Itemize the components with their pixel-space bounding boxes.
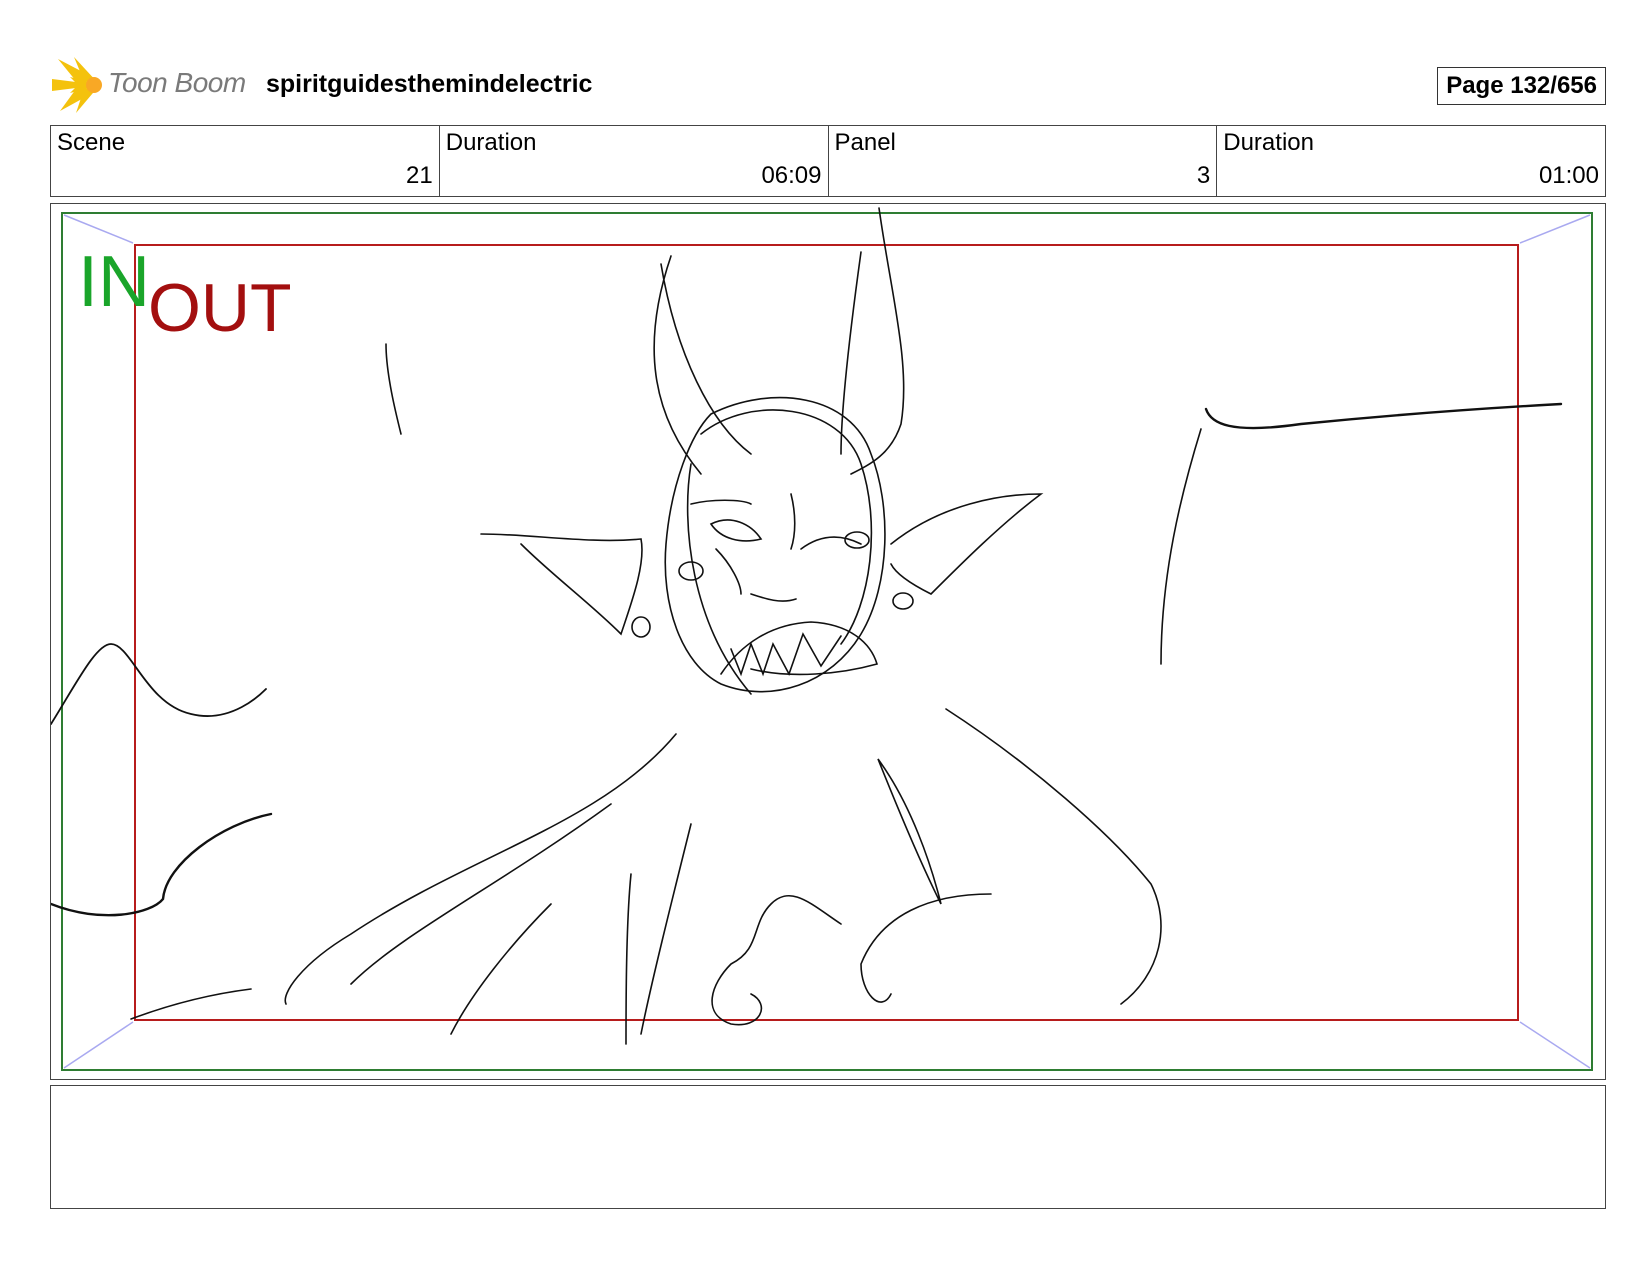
- toon-boom-logo: Toon Boom: [50, 55, 250, 115]
- scene-info-table: Scene 21 Duration 06:09 Panel 3 Duration…: [50, 125, 1606, 197]
- out-label: OUT: [148, 270, 292, 346]
- page-header: Toon Boom spiritguidesthemindelectric Pa…: [50, 55, 1606, 115]
- in-label: IN: [78, 242, 150, 322]
- panel-duration-value: 01:00: [1538, 162, 1599, 189]
- scene-duration-value: 06:09: [761, 162, 822, 189]
- panel-cell: Panel 3: [829, 126, 1218, 196]
- scene-cell: Scene 21: [51, 126, 440, 196]
- scene-duration-label: Duration: [445, 129, 537, 156]
- corner-arrows: [63, 214, 1591, 1069]
- project-title: spiritguidesthemindelectric: [266, 70, 593, 98]
- panel-label: Panel: [834, 129, 896, 156]
- scene-duration-cell: Duration 06:09: [440, 126, 829, 196]
- page-number: Page 132/656: [1437, 67, 1606, 105]
- storyboard-panel: IN OUT: [50, 203, 1606, 1080]
- panel-duration-cell: Duration 01:00: [1217, 126, 1605, 196]
- starburst-icon: [52, 57, 102, 113]
- panel-value: 3: [1196, 162, 1211, 189]
- panel-drawing: IN OUT: [51, 207, 1593, 1071]
- panel-duration-label: Duration: [1223, 129, 1314, 156]
- panel-notes: [50, 1085, 1606, 1209]
- scene-label: Scene: [57, 129, 126, 156]
- camera-frame: [134, 244, 1519, 1021]
- logo-text: Toon Boom: [108, 67, 246, 98]
- scene-value: 21: [406, 162, 433, 189]
